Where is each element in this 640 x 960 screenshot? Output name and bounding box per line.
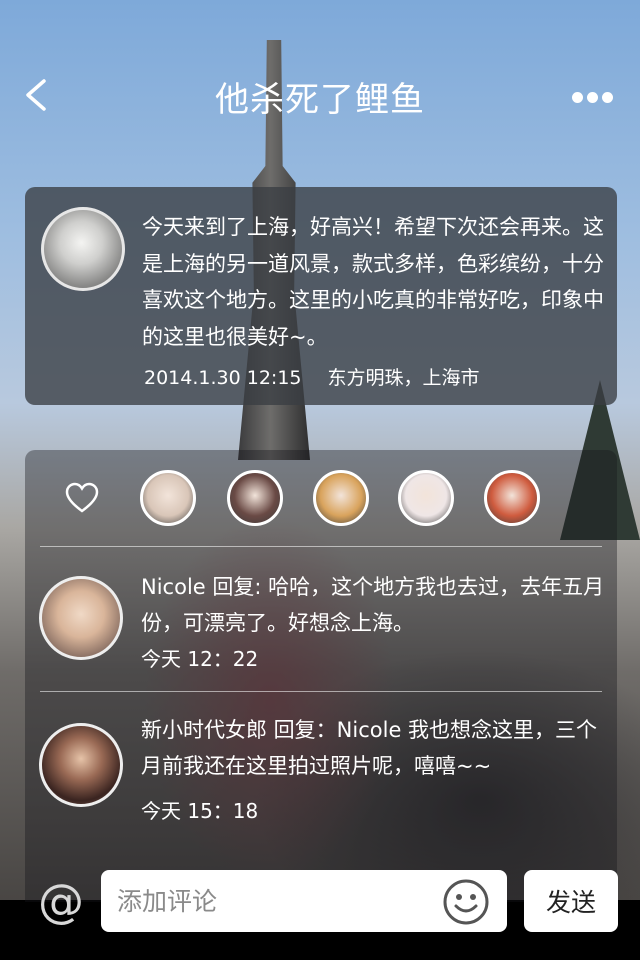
send-button[interactable]: 发送 (524, 870, 618, 932)
back-button[interactable] (22, 78, 52, 112)
nav-header: 他杀死了鲤鱼 (0, 60, 640, 130)
liker-avatar[interactable] (398, 470, 454, 526)
heart-outline-icon[interactable] (65, 482, 99, 514)
post-text: 今天来到了上海，好高兴！希望下次还会再来。这是上海的另一道风景，款式多样，色彩缤… (142, 215, 604, 349)
author-avatar[interactable] (41, 207, 125, 291)
comment-time: 今天 15：18 (141, 799, 259, 823)
commenter-avatar[interactable] (39, 576, 123, 660)
likes-row (25, 450, 617, 546)
more-dot (602, 92, 613, 103)
mention-at-icon[interactable]: @ (38, 874, 84, 928)
more-button[interactable] (572, 88, 620, 103)
more-dot (587, 92, 598, 103)
liker-avatar[interactable] (313, 470, 369, 526)
commenter-avatar[interactable] (39, 723, 123, 807)
post-card: 今天来到了上海，好高兴！希望下次还会再来。这是上海的另一道风景，款式多样，色彩缤… (25, 187, 617, 405)
liker-avatar[interactable] (140, 470, 196, 526)
post-meta: 2014.1.30 12:15 东方明珠，上海市 (144, 363, 480, 390)
smile-icon[interactable] (442, 878, 490, 926)
post-location: 东方明珠，上海市 (327, 367, 480, 389)
liker-avatar[interactable] (484, 470, 540, 526)
comment-time: 今天 12：22 (141, 647, 259, 671)
more-dots-icon (572, 92, 583, 103)
page-title: 他杀死了鲤鱼 (215, 80, 425, 120)
comments-panel: Nicole 回复: 哈哈，这个地方我也去过，去年五月份，可漂亮了。好想念上海。… (25, 450, 617, 902)
comment-text: Nicole 回复: 哈哈，这个地方我也去过，去年五月份，可漂亮了。好想念上海。 (141, 575, 605, 635)
liker-avatar[interactable] (227, 470, 283, 526)
post-time: 2014.1.30 12:15 (144, 367, 302, 389)
comment-item: Nicole 回复: 哈哈，这个地方我也去过，去年五月份，可漂亮了。好想念上海。… (25, 546, 617, 691)
chevron-left-icon (26, 79, 46, 111)
comment-text: 新小时代女郎 回复：Nicole 我也想念这里，三个月前我还在这里拍过照片呢，嘻… (141, 718, 598, 778)
comment-item: 新小时代女郎 回复：Nicole 我也想念这里，三个月前我还在这里拍过照片呢，嘻… (25, 691, 617, 831)
